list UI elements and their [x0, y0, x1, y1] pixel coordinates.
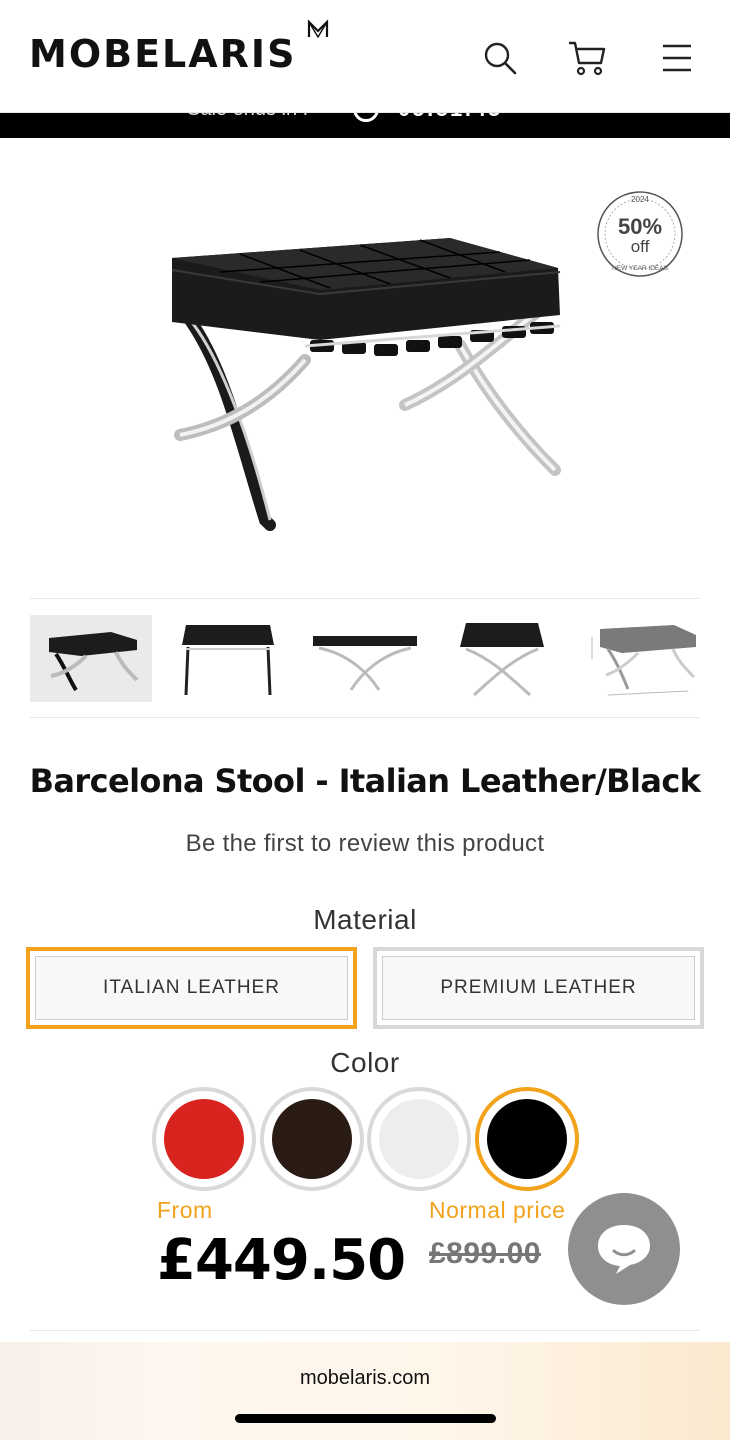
badge-off: off	[631, 237, 650, 256]
thumbnail-2[interactable]	[167, 615, 289, 702]
product-page: Sale ends in : 05:51:43 MOBELARIS	[0, 0, 730, 1440]
browser-address-bar	[0, 1342, 730, 1440]
color-swatch-red[interactable]	[152, 1087, 256, 1191]
normal-price-label: Normal price	[429, 1197, 566, 1223]
thumbnail-4[interactable]	[441, 615, 563, 702]
thumbnail-5[interactable]	[578, 615, 700, 702]
chat-bubble-icon	[598, 1225, 650, 1274]
divider	[30, 1330, 700, 1331]
material-label: Material	[313, 904, 417, 935]
chat-button[interactable]	[568, 1193, 680, 1305]
color-swatch-black[interactable]	[475, 1087, 579, 1191]
cart-icon[interactable]	[567, 38, 607, 78]
badge-caption: NEW YEAR IDEAS	[612, 265, 669, 272]
price-value: £449.50	[157, 1228, 406, 1293]
product-title: Barcelona Stool - Italian Leather/Black	[29, 762, 701, 800]
thumbnail-1[interactable]	[30, 615, 152, 702]
badge-year: 2024	[631, 195, 649, 204]
swatch-fill	[164, 1099, 244, 1179]
swatch-fill	[272, 1099, 352, 1179]
logo-mark-icon	[307, 19, 329, 39]
review-link[interactable]: Be the first to review this product	[0, 830, 730, 858]
color-label: Color	[330, 1047, 400, 1078]
material-option-label: ITALIAN LEATHER	[35, 956, 348, 1020]
color-swatch-white[interactable]	[367, 1087, 471, 1191]
swatch-fill	[487, 1099, 567, 1179]
address-bar-domain[interactable]: mobelaris.com	[0, 1367, 730, 1390]
material-option-italian-leather[interactable]: ITALIAN LEATHER	[26, 947, 357, 1029]
thumbnail-strip	[30, 598, 700, 718]
site-logo[interactable]: MOBELARIS	[29, 32, 296, 76]
material-option-premium-leather[interactable]: PREMIUM LEATHER	[373, 947, 704, 1029]
swatch-fill	[379, 1099, 459, 1179]
material-option-label: PREMIUM LEATHER	[382, 956, 695, 1020]
product-main-image[interactable]	[120, 190, 610, 560]
site-header: MOBELARIS	[0, 0, 730, 113]
thumbnail-3[interactable]	[304, 615, 426, 702]
sale-badge: 2024 50% off NEW YEAR IDEAS	[597, 191, 683, 277]
menu-icon[interactable]	[657, 38, 697, 78]
normal-price-value: £899.00	[429, 1237, 541, 1270]
search-icon[interactable]	[480, 38, 520, 78]
price-from-label: From	[157, 1197, 213, 1223]
home-indicator[interactable]	[235, 1414, 496, 1423]
badge-percent: 50%	[618, 214, 662, 239]
color-swatch-brown[interactable]	[260, 1087, 364, 1191]
